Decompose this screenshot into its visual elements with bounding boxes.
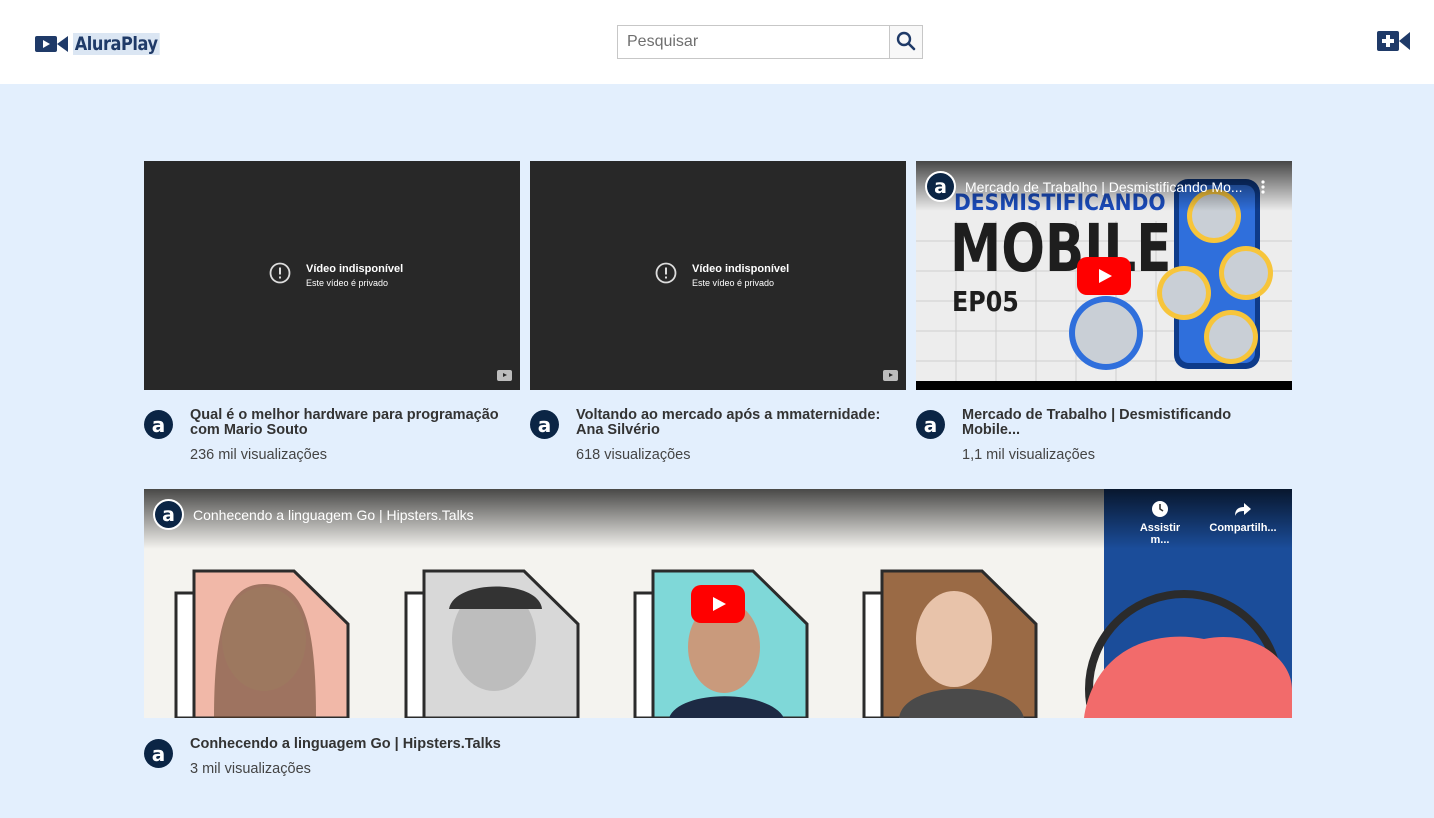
video-info-4: a Conhecendo a linguagem Go | Hipsters.T… [144,737,744,777]
share-label: Compartilh... [1209,522,1277,534]
share-arrow-icon [1208,500,1278,518]
youtube-logo-icon[interactable] [497,370,512,381]
video-info-1: a Qual é o melhor hardware para programa… [144,408,520,463]
channel-avatar[interactable]: a [153,499,184,530]
video-info-3: a Mercado de Trabalho | Desmistificando … [916,408,1292,463]
video-title[interactable]: Mercado de Trabalho | Desmistificando Mo… [962,408,1292,438]
unavailable-message: Vídeo indisponível Este vídeo é privado [655,262,789,289]
magnifier-icon [896,31,916,54]
search-bar [617,25,923,59]
view-count: 3 mil visualizações [190,761,311,777]
search-input[interactable] [618,26,889,58]
channel-avatar[interactable]: a [530,410,559,439]
top-header: AluraPlay [0,0,1434,84]
search-button[interactable] [889,26,922,58]
watch-later-label: Assistir m... [1139,522,1181,546]
video-title[interactable]: Voltando ao mercado após a mmaternidade:… [576,408,906,438]
play-button-icon[interactable] [1077,257,1131,295]
unavailable-subtitle: Este vídeo é privado [306,278,389,288]
player-title[interactable]: Mercado de Trabalho | Desmistificando Mo… [965,179,1257,195]
video-player-2[interactable]: Vídeo indisponível Este vídeo é privado [530,161,906,390]
channel-avatar[interactable]: a [144,410,173,439]
add-video-icon [1377,31,1410,56]
video-info-2: a Voltando ao mercado após a mmaternidad… [530,408,906,463]
video-player-4[interactable]: a Conhecendo a linguagem Go | Hipsters.T… [144,489,1292,718]
channel-avatar[interactable]: a [925,171,956,202]
logo-text: AluraPlay [73,33,160,55]
video-title[interactable]: Qual é o melhor hardware para programaçã… [190,408,520,438]
player-title[interactable]: Conhecendo a linguagem Go | Hipsters.Tal… [193,507,793,523]
video-player-1[interactable]: Vídeo indisponível Este vídeo é privado [144,161,520,390]
unavailable-title: Vídeo indisponível [306,263,404,275]
channel-avatar[interactable]: a [916,410,945,439]
youtube-logo-icon[interactable] [883,370,898,381]
alert-circle-icon [269,262,291,289]
video-camera-icon [35,33,69,55]
view-count: 618 visualizações [576,447,691,463]
video-title[interactable]: Conhecendo a linguagem Go | Hipsters.Tal… [190,737,501,752]
video-player-3[interactable]: DESMISTIFICANDO MOBILE EP05 a Mercado de… [916,161,1292,390]
watch-later-button[interactable]: Assistir m... [1129,500,1191,546]
view-count: 236 mil visualizações [190,447,328,463]
more-options-icon[interactable] [1260,179,1266,195]
play-button-icon[interactable] [691,585,745,623]
thumb-heading-3: EP05 [952,285,1019,318]
add-video-button[interactable] [1377,30,1410,52]
share-button[interactable]: Compartilh... [1208,500,1278,534]
channel-avatar[interactable]: a [144,739,173,768]
clock-icon [1129,500,1191,518]
thumb-heading-2: MOBILE [950,210,1172,287]
alert-circle-icon [655,262,677,289]
unavailable-subtitle: Este vídeo é privado [692,278,775,288]
unavailable-message: Vídeo indisponível Este vídeo é privado [269,262,403,289]
view-count: 1,1 mil visualizações [962,447,1095,463]
aluraplay-logo[interactable]: AluraPlay [35,30,175,58]
unavailable-title: Vídeo indisponível [692,263,790,275]
